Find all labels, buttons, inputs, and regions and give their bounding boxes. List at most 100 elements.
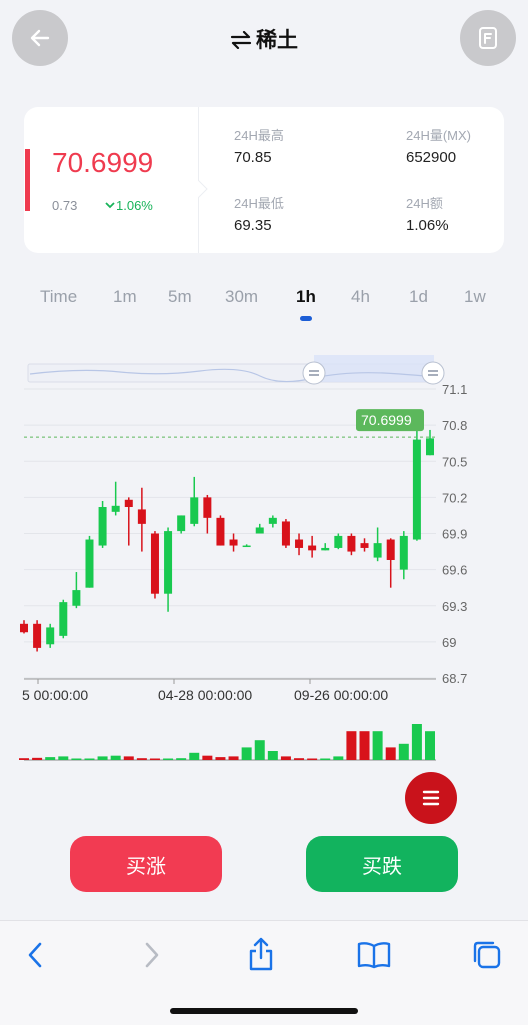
candle-body xyxy=(426,438,434,456)
y-tick-label: 69 xyxy=(442,635,456,650)
volume-bar xyxy=(97,756,108,760)
range-handle-left[interactable] xyxy=(302,361,326,385)
tab-30m[interactable]: 30m xyxy=(225,287,258,307)
stat-label-low: 24H最低 xyxy=(234,196,284,211)
candle-body xyxy=(412,439,421,540)
tab-time[interactable]: Time xyxy=(40,287,77,307)
stat-value-high: 70.85 xyxy=(234,149,272,166)
candle-body xyxy=(164,531,173,594)
candle xyxy=(85,535,94,588)
candle-body xyxy=(72,590,81,606)
candle xyxy=(59,599,68,639)
candle-body xyxy=(33,623,42,648)
candle xyxy=(20,620,28,634)
candle-body xyxy=(203,497,212,518)
candle-body xyxy=(20,623,28,633)
candle xyxy=(150,531,159,599)
volume-bar xyxy=(123,756,134,760)
divider-notch xyxy=(198,180,208,198)
y-tick-label: 70.8 xyxy=(442,418,467,433)
candle xyxy=(242,544,251,548)
candle xyxy=(268,515,277,528)
chevron-left-icon[interactable] xyxy=(25,940,47,970)
chevron-right-icon[interactable] xyxy=(140,940,162,970)
document-button[interactable] xyxy=(460,10,516,66)
tabs-icon[interactable] xyxy=(470,938,504,972)
y-tick-label: 68.7 xyxy=(442,671,467,686)
volume-bar xyxy=(307,758,318,760)
title-text: 稀土 xyxy=(256,28,298,52)
menu-icon xyxy=(422,790,440,806)
candle-body xyxy=(308,545,317,551)
tab-5m[interactable]: 5m xyxy=(168,287,192,307)
y-tick-label: 71.1 xyxy=(442,382,467,397)
volume-bar xyxy=(359,731,370,760)
candle xyxy=(281,519,290,548)
x-tick-label: 09-26 00:00:00 xyxy=(294,687,388,703)
price-accent-bar xyxy=(25,149,30,211)
candle-body xyxy=(190,497,199,524)
candle xyxy=(111,481,120,516)
volume-bar xyxy=(398,743,409,760)
candle-body xyxy=(46,627,55,645)
candle xyxy=(399,531,408,580)
candle-body xyxy=(242,545,251,548)
stat-label-amount: 24H额 xyxy=(406,196,443,211)
candle xyxy=(308,535,317,558)
candlestick-chart[interactable]: 71.1 70.8 70.5 70.2 69.9 69.6 69.3 69 68.7 5 00:… xyxy=(0,340,528,780)
candle xyxy=(46,623,55,648)
volume-bar xyxy=(254,740,265,760)
tab-1h[interactable]: 1h xyxy=(296,287,316,307)
current-price: 70.6999 xyxy=(52,147,154,178)
home-indicator xyxy=(170,1008,358,1014)
tab-1m[interactable]: 1m xyxy=(113,287,137,307)
candle xyxy=(33,620,42,652)
candle xyxy=(426,429,434,456)
candle-body xyxy=(150,533,159,594)
y-tick-label: 70.5 xyxy=(442,454,467,469)
volume-bar xyxy=(58,756,69,760)
candle xyxy=(295,533,304,556)
volume-bar xyxy=(294,758,305,760)
book-icon[interactable] xyxy=(356,940,392,970)
volume-bar xyxy=(385,747,396,760)
chart-menu-button[interactable] xyxy=(405,772,457,824)
share-icon[interactable] xyxy=(246,936,276,972)
candle-body xyxy=(360,543,369,548)
x-tick-label: 04-28 00:00:00 xyxy=(158,687,252,703)
buy-up-button[interactable]: 买涨 xyxy=(70,836,222,892)
last-price-label: 70.6999 xyxy=(361,412,412,428)
range-handle-right[interactable] xyxy=(421,361,445,385)
volume-bar xyxy=(136,758,147,760)
candle xyxy=(347,533,356,556)
buy-down-button[interactable]: 买跌 xyxy=(306,836,458,892)
tab-1d[interactable]: 1d xyxy=(409,287,428,307)
tab-4h[interactable]: 4h xyxy=(351,287,370,307)
volume-bar xyxy=(149,758,160,760)
volume-bar xyxy=(84,758,95,760)
range-navigator[interactable] xyxy=(27,355,445,385)
candle-body xyxy=(229,539,238,546)
volume-bar xyxy=(241,747,252,760)
volume-bar xyxy=(202,755,213,760)
candle-body xyxy=(373,543,382,558)
candle xyxy=(373,527,382,562)
candle-body xyxy=(137,509,146,524)
candle-body xyxy=(255,527,264,534)
candle xyxy=(255,523,264,534)
candle-body xyxy=(216,517,225,546)
volume-bar xyxy=(176,758,187,760)
candle xyxy=(360,538,369,552)
candle-body xyxy=(295,539,304,548)
x-tick-label: 5 00:00:00 xyxy=(22,687,88,703)
price-change-pct: 1.06% xyxy=(104,198,153,213)
candle xyxy=(216,515,225,546)
pct-text: 1.06% xyxy=(116,198,153,213)
y-tick-label: 69.3 xyxy=(442,599,467,614)
stat-value-amount: 1.06% xyxy=(406,217,449,234)
volume-bar xyxy=(280,756,291,760)
y-tick-label: 70.2 xyxy=(442,490,467,505)
volume-bar xyxy=(32,757,43,760)
candle-body xyxy=(59,602,68,636)
tab-1w[interactable]: 1w xyxy=(464,287,486,307)
